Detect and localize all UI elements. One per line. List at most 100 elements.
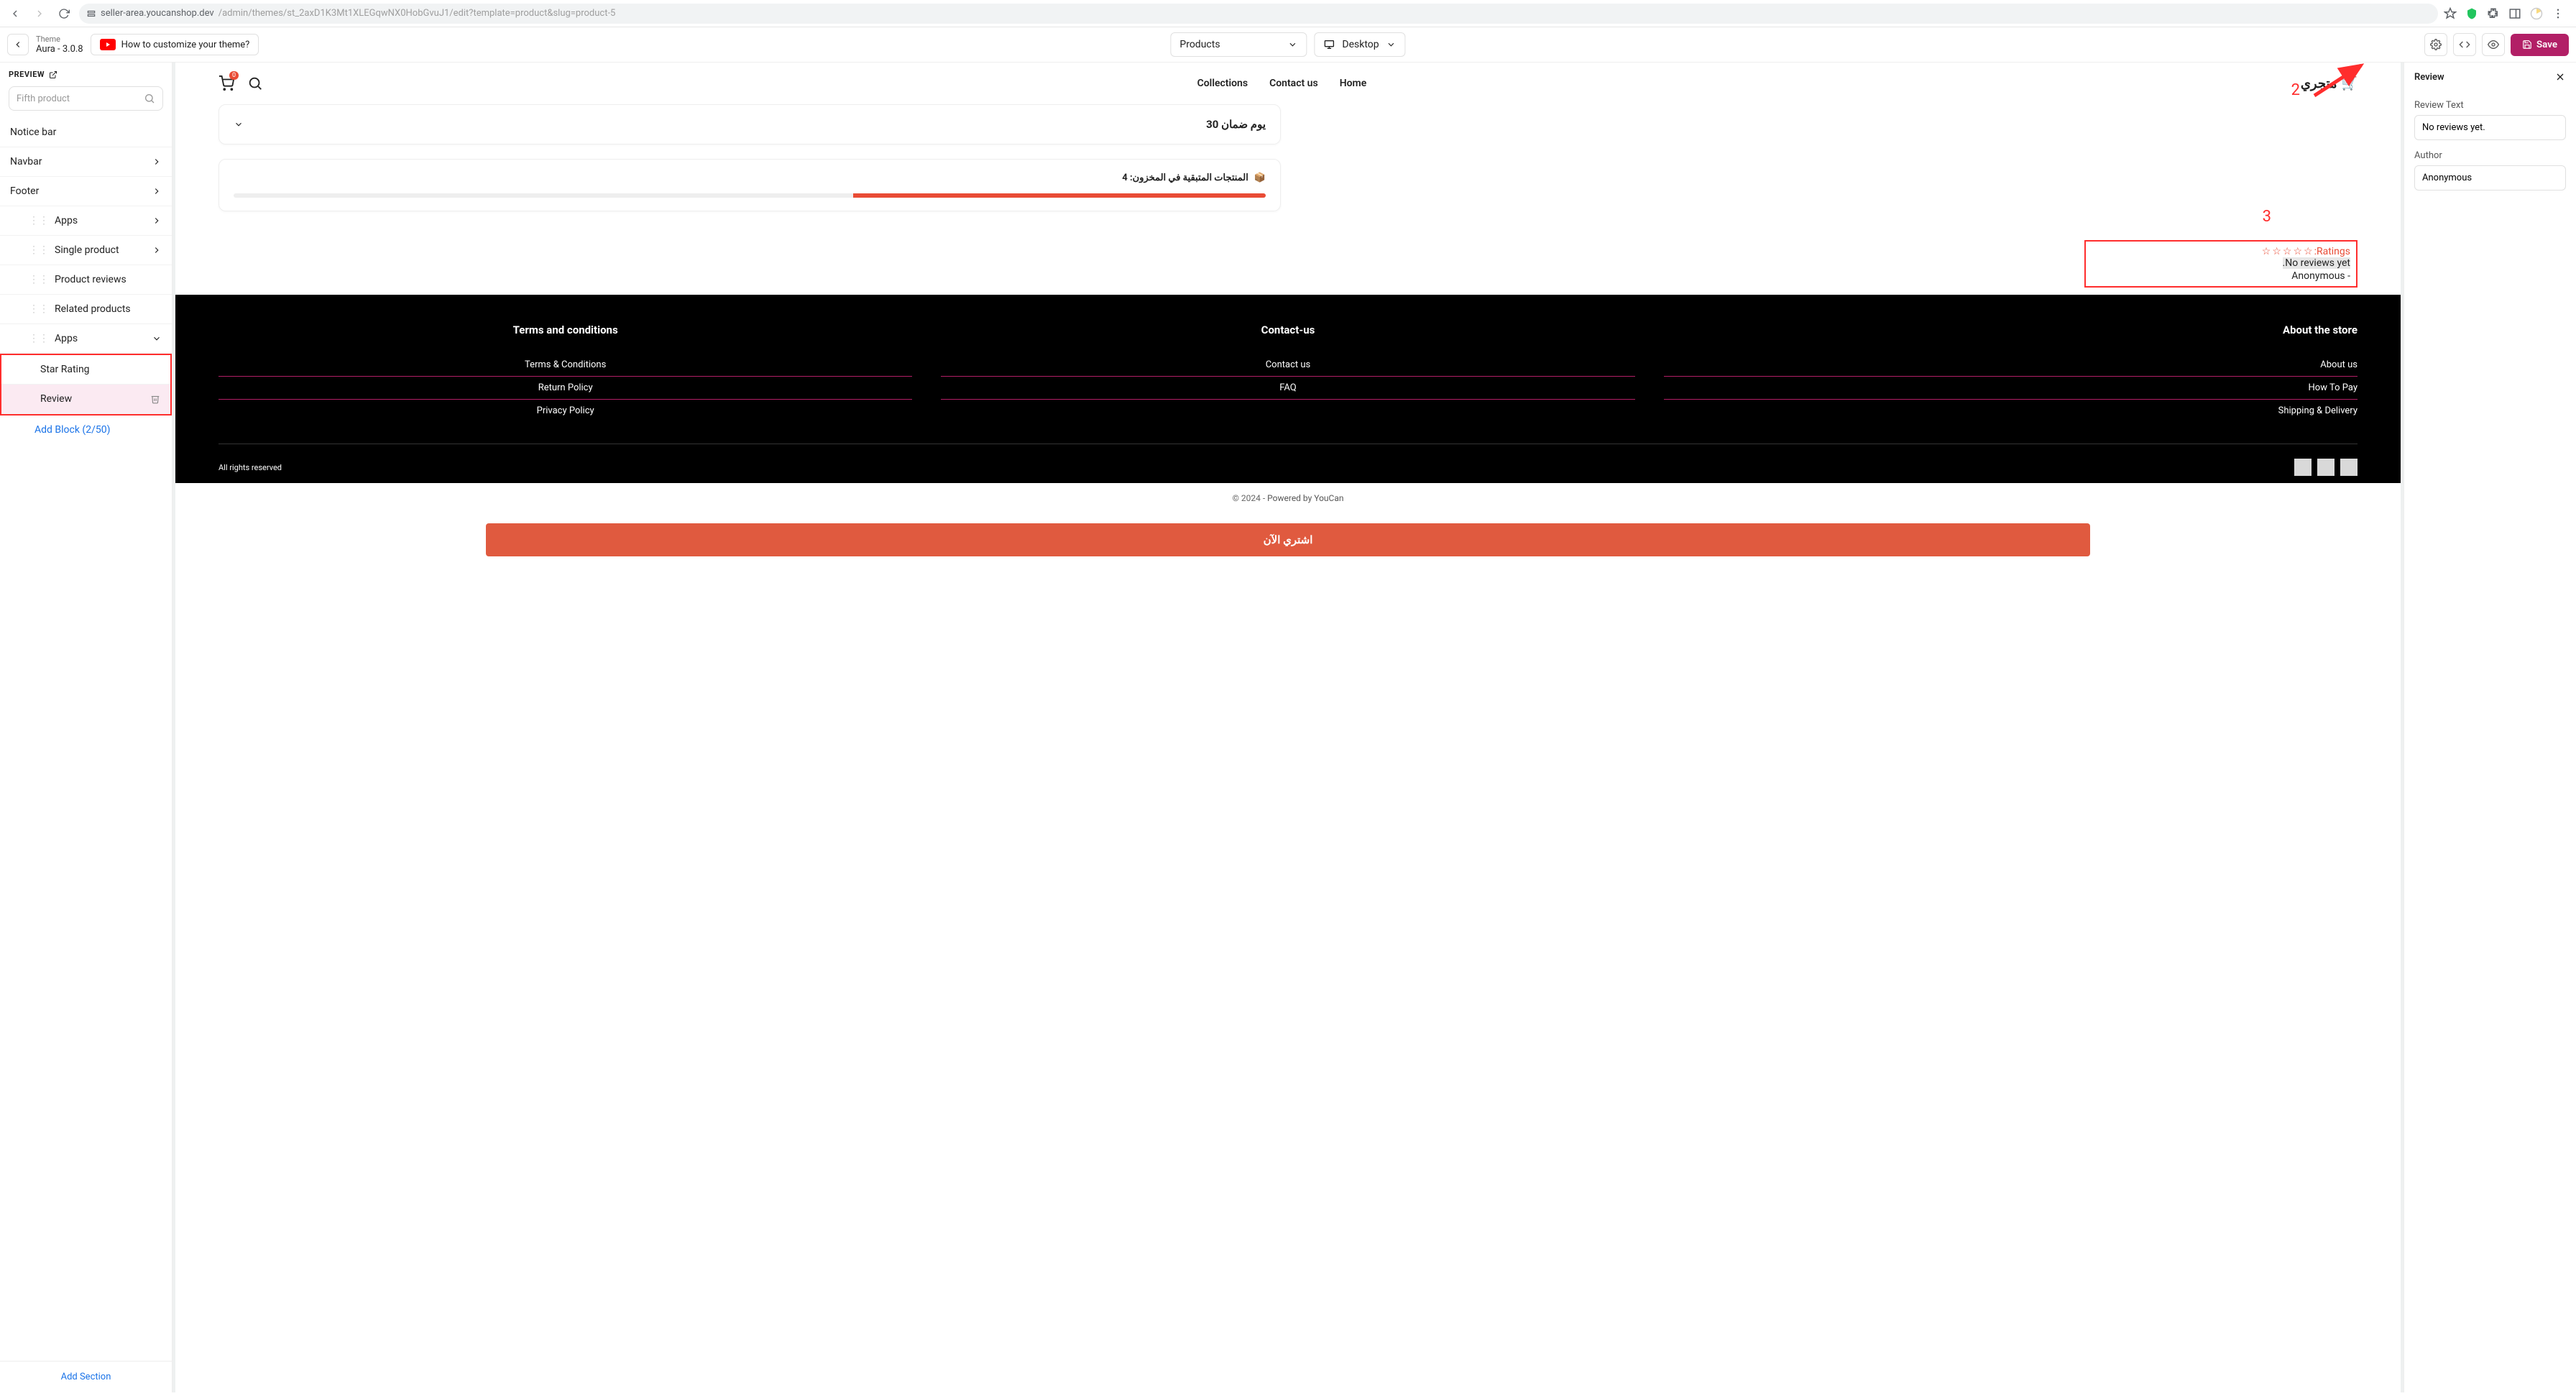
- search-icon: [144, 93, 155, 104]
- save-button[interactable]: Save: [2511, 34, 2569, 56]
- trash-icon[interactable]: [150, 394, 160, 404]
- review-text-input[interactable]: [2414, 115, 2566, 140]
- section-apps-1[interactable]: ⋮⋮Apps: [0, 206, 172, 236]
- add-section-link[interactable]: Add Section: [0, 1361, 172, 1392]
- code-button[interactable]: [2453, 33, 2476, 56]
- social-icon[interactable]: [2294, 459, 2312, 476]
- panel-title: Review: [2414, 72, 2444, 83]
- chevron-down-icon: [152, 334, 162, 344]
- save-label: Save: [2536, 40, 2557, 50]
- footer-link-pay[interactable]: How To Pay: [1664, 376, 2358, 400]
- save-icon: [2522, 40, 2532, 50]
- chevron-down-icon: [1287, 40, 1297, 50]
- section-footer[interactable]: Footer: [0, 177, 172, 206]
- section-notice-bar[interactable]: Notice bar: [0, 118, 172, 147]
- site-settings-icon: [86, 9, 96, 19]
- eye-icon: [2488, 39, 2499, 50]
- block-review[interactable]: Review: [1, 385, 170, 414]
- kebab-menu-icon[interactable]: [2552, 7, 2564, 20]
- close-icon[interactable]: [2554, 71, 2566, 83]
- footer-link-contact[interactable]: Contact us: [941, 354, 1634, 376]
- back-button[interactable]: [7, 34, 29, 55]
- profile-icon[interactable]: [2530, 7, 2543, 20]
- footer-col1-title: Terms and conditions: [218, 323, 912, 336]
- howto-button[interactable]: How to customize your theme?: [91, 34, 259, 55]
- device-select-label: Desktop: [1342, 39, 1379, 50]
- drag-handle-icon[interactable]: ⋮⋮: [29, 303, 49, 315]
- settings-button[interactable]: [2424, 33, 2447, 56]
- url-bar[interactable]: seller-area.youcanshop.dev/admin/themes/…: [79, 4, 2438, 24]
- footer-link-about[interactable]: About us: [1664, 354, 2358, 376]
- browser-reload-icon[interactable]: [55, 4, 73, 23]
- editor-toolbar: Theme Aura - 3.0.8 How to customize your…: [0, 27, 2576, 63]
- browser-back-icon[interactable]: [6, 4, 24, 23]
- youtube-icon: [100, 39, 116, 50]
- store-footer: Terms and conditions Terms & Conditions …: [175, 295, 2401, 483]
- store-nav: Collections Contact us Home: [1197, 78, 1367, 89]
- extensions-icon[interactable]: [2487, 7, 2500, 20]
- preview-search[interactable]: Fifth product: [9, 86, 163, 111]
- drag-handle-icon[interactable]: ⋮⋮: [29, 215, 49, 226]
- chevron-down-icon: [234, 119, 244, 129]
- code-icon: [2459, 39, 2470, 50]
- nav-collections[interactable]: Collections: [1197, 78, 1248, 89]
- section-related-products[interactable]: ⋮⋮Related products: [0, 295, 172, 324]
- section-navbar[interactable]: Navbar: [0, 147, 172, 177]
- buy-now-button[interactable]: اشتري الآن: [486, 523, 2090, 556]
- external-link-icon: [49, 70, 58, 79]
- chevron-right-icon: [152, 186, 162, 196]
- author-label: Author: [2414, 150, 2566, 161]
- warranty-card[interactable]: 30 يوم ضمان: [218, 104, 1281, 144]
- drag-handle-icon[interactable]: ⋮⋮: [29, 333, 49, 344]
- preview-button[interactable]: [2482, 33, 2505, 56]
- section-product-reviews[interactable]: ⋮⋮Product reviews: [0, 265, 172, 295]
- cart-button[interactable]: 0: [218, 75, 234, 91]
- store-header: 0 Collections Contact us Home متجري 🛒: [175, 63, 2401, 104]
- footer-link-faq[interactable]: FAQ: [941, 376, 1634, 400]
- theme-name: Aura - 3.0.8: [36, 44, 83, 55]
- desktop-icon: [1323, 39, 1335, 50]
- social-icon[interactable]: [2317, 459, 2334, 476]
- stock-text: المنتجات المتبقية في المخزون: 4: [1122, 173, 1248, 183]
- footer-link-privacy[interactable]: Privacy Policy: [218, 400, 912, 422]
- footer-col2-title: Contact-us: [941, 323, 1634, 336]
- drag-handle-icon[interactable]: ⋮⋮: [29, 244, 49, 256]
- section-single-product[interactable]: ⋮⋮Single product: [0, 236, 172, 265]
- powered-by-link[interactable]: Powered by YouCan: [1267, 493, 1343, 503]
- star-icon[interactable]: [2444, 7, 2457, 20]
- nav-contact[interactable]: Contact us: [1269, 78, 1318, 89]
- footer-rights: All rights reserved: [218, 463, 282, 472]
- theme-label: Theme: [36, 35, 83, 44]
- footer-link-terms[interactable]: Terms & Conditions: [218, 354, 912, 376]
- social-icon[interactable]: [2340, 459, 2358, 476]
- panel-icon[interactable]: [2508, 7, 2521, 20]
- chevron-right-icon: [152, 157, 162, 167]
- preview-canvas: 2 0 Collections Contact us Home متجري �: [172, 63, 2404, 1392]
- theme-info: Theme Aura - 3.0.8: [36, 35, 83, 55]
- url-host: seller-area.youcanshop.dev: [101, 8, 214, 19]
- cart-emoji-icon: 🛒: [2342, 76, 2358, 91]
- browser-chrome: seller-area.youcanshop.dev/admin/themes/…: [0, 0, 2576, 27]
- page-select[interactable]: Products: [1170, 32, 1307, 57]
- annotation-box-3: ☆☆☆☆☆:Ratings .No reviews yet Anonymous …: [2084, 240, 2358, 288]
- device-select[interactable]: Desktop: [1314, 32, 1405, 57]
- add-block-link[interactable]: Add Block (2/50): [0, 415, 172, 444]
- sections-sidebar: PREVIEW Fifth product Notice bar Navbar …: [0, 63, 172, 1392]
- footer-link-return[interactable]: Return Policy: [218, 376, 912, 400]
- url-path: /admin/themes/st_2axD1K3Mt1XLEGqwNX0HobG…: [218, 8, 616, 19]
- review-text: .No reviews yet: [2283, 257, 2350, 269]
- block-star-rating[interactable]: Star Rating: [1, 355, 170, 385]
- chevron-down-icon: [1386, 40, 1397, 50]
- shield-icon[interactable]: [2465, 7, 2478, 20]
- star-icons: ☆☆☆☆☆: [2262, 246, 2314, 257]
- chevron-right-icon: [152, 216, 162, 226]
- footer-link-shipping[interactable]: Shipping & Delivery: [1664, 400, 2358, 422]
- browser-forward-icon[interactable]: [30, 4, 49, 23]
- nav-home[interactable]: Home: [1340, 78, 1367, 89]
- section-apps-2[interactable]: ⋮⋮Apps: [0, 324, 172, 354]
- search-icon[interactable]: [247, 75, 263, 91]
- author-input[interactable]: [2414, 165, 2566, 190]
- preview-heading[interactable]: PREVIEW: [0, 63, 172, 86]
- store-logo[interactable]: متجري 🛒: [2301, 76, 2358, 91]
- drag-handle-icon[interactable]: ⋮⋮: [29, 274, 49, 285]
